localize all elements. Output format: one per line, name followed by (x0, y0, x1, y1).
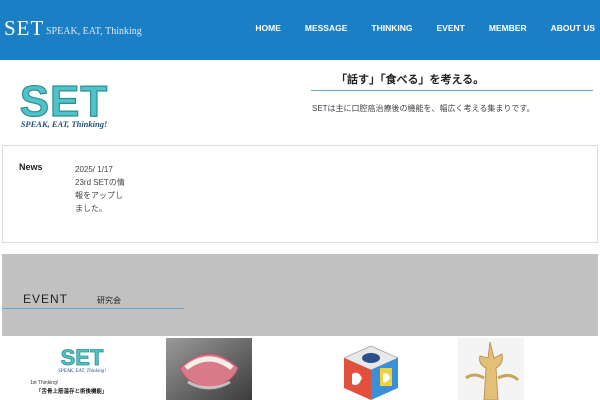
thumbnail-caption-1: 1st Thinking! (30, 380, 58, 386)
event-thumbnails: SET SPEAK, EAT, Thinking! 1st Thinking! … (0, 338, 600, 400)
event-divider (2, 308, 184, 309)
denture-image (166, 338, 252, 400)
event-section: EVENT 研究会 (2, 254, 598, 336)
event-title: EVENT (23, 292, 69, 306)
main-nav: HOME MESSAGE THINKING EVENT MEMBER ABOUT… (231, 23, 595, 33)
set-logo-tagline: SPEAK, EAT, Thinking! (21, 119, 108, 129)
nav-event[interactable]: EVENT (436, 23, 464, 33)
news-item[interactable]: 2025/ 1/17 23rd SETの情 報をアップし ました。 (75, 163, 135, 215)
news-label: News (19, 162, 43, 172)
hero-subtext: SETは主に口腔癌治療後の機能を、幅広く考える集まりです。 (312, 104, 535, 113)
thumbnail-logo-text: SET (61, 345, 104, 370)
news-box: News 2025/ 1/17 23rd SETの情 報をアップし ました。 (2, 145, 598, 243)
site-brand[interactable]: SET (4, 16, 44, 41)
thumbnail-logo: SET SPEAK, EAT, Thinking! 1st Thinking! … (30, 345, 108, 395)
hero-heading: 「話す」「食べる」を考える。 (336, 74, 485, 86)
event-subtitle: 研究会 (97, 296, 121, 305)
news-line: 報をアップし (75, 191, 123, 200)
set-logo: SET SPEAK, EAT, Thinking! (19, 78, 108, 129)
heading-divider (311, 90, 593, 91)
thumbnail-1st-thinking[interactable]: SET SPEAK, EAT, Thinking! 1st Thinking! … (26, 338, 138, 400)
nav-about-us[interactable]: ABOUT US (551, 23, 595, 33)
nav-home[interactable]: HOME (255, 23, 281, 33)
news-line: 23rd SETの情 (75, 178, 125, 187)
news-date: 2025/ 1/17 (75, 165, 113, 174)
thumbnail-caption-2: 「舌骨上筋温存と術後機能」 (36, 387, 108, 395)
site-header: SET SPEAK, EAT, Thinking HOME MESSAGE TH… (0, 0, 600, 60)
nav-member[interactable]: MEMBER (489, 23, 527, 33)
bone-image (465, 341, 520, 400)
cube-image (343, 345, 399, 400)
nav-message[interactable]: MESSAGE (305, 23, 348, 33)
site-tagline: SPEAK, EAT, Thinking (46, 26, 142, 37)
news-line: ました。 (75, 204, 107, 213)
thumbnail-denture-photo[interactable] (166, 338, 252, 400)
thumbnail-logo-tagline: SPEAK, EAT, Thinking! (58, 369, 106, 374)
nav-thinking[interactable]: THINKING (371, 23, 412, 33)
thumbnail-bone-model[interactable] (458, 338, 524, 400)
thumbnail-cube-illustration[interactable] (336, 338, 406, 400)
